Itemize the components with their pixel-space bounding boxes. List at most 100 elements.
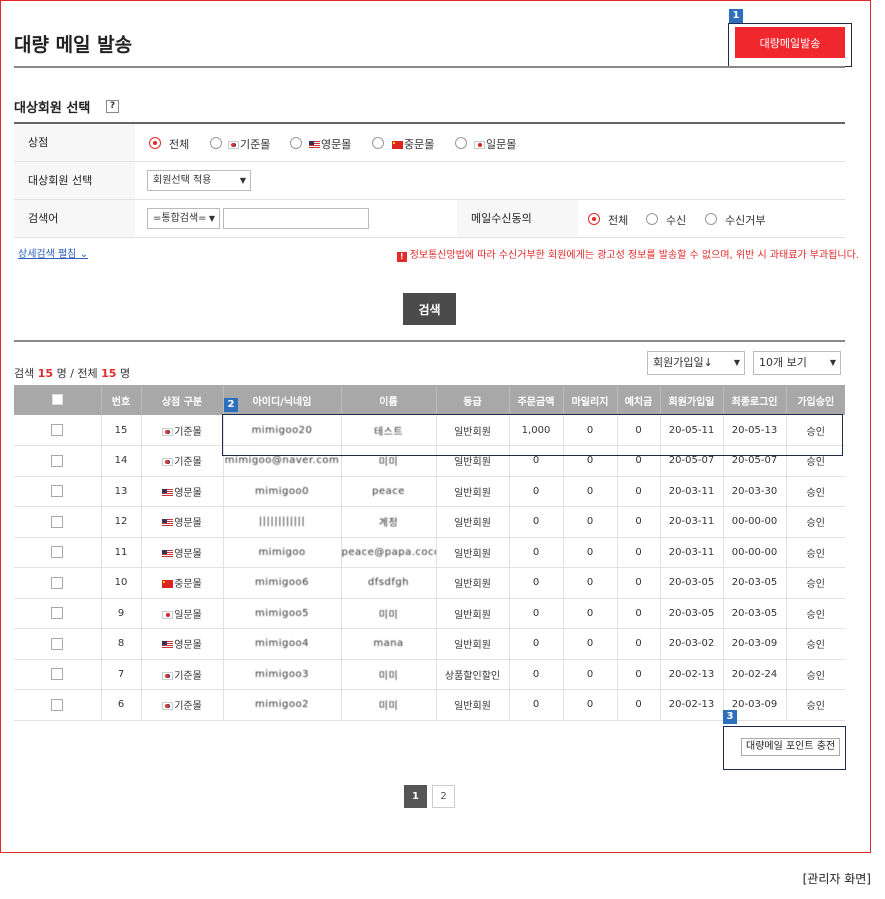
page-title: 대량 메일 발송 — [14, 34, 133, 56]
row-checkbox[interactable] — [14, 689, 102, 721]
row-grade: 일반회원 — [436, 567, 510, 599]
consent-radio-yes[interactable] — [646, 213, 658, 225]
row-approval: 승인 — [786, 537, 845, 568]
store-row: 상점 전체 기준몰 영문몰 중문몰 일문몰 — [14, 124, 845, 162]
keyword-type-select[interactable]: =통합검색= ▼ — [147, 208, 220, 229]
row-approval: 승인 — [786, 506, 845, 538]
consent-radio-no[interactable] — [705, 213, 717, 225]
sort-select[interactable]: 회원가입일↓ ▼ — [647, 351, 745, 375]
row-store: 영문몰 — [141, 476, 224, 507]
row-order-amount: 0 — [509, 659, 564, 690]
china-flag-icon — [392, 141, 403, 149]
row-deposit: 0 — [617, 659, 661, 690]
china-flag-icon — [162, 580, 174, 589]
row-checkbox[interactable] — [14, 445, 102, 477]
row-order-amount: 0 — [509, 689, 564, 721]
row-join-date: 20-03-11 — [660, 506, 724, 538]
col-approval: 가입승인 — [786, 385, 845, 415]
row-grade: 일반회원 — [436, 689, 510, 721]
keyword-input[interactable] — [223, 208, 369, 229]
row-join-date: 20-03-11 — [660, 476, 724, 507]
keyword-label: 검색어 — [14, 200, 135, 237]
chevron-down-icon: ▼ — [208, 214, 215, 223]
row-id[interactable]: |||||||||||| — [223, 506, 342, 538]
table-row: 6 기준몰 mimigoo2 미미 일반회원 0 0 0 20-02-13 20-03-09 승인 — [14, 689, 845, 721]
store-radio-cn[interactable] — [372, 137, 384, 149]
store-radio-us[interactable] — [290, 137, 302, 149]
page-size-select[interactable]: 10개 보기 ▼ — [753, 351, 841, 375]
store-radio-kr[interactable] — [210, 137, 222, 149]
korea-flag-icon — [162, 702, 174, 711]
row-checkbox[interactable] — [14, 476, 102, 507]
row-name: 미미 — [341, 659, 437, 690]
row-last-login: 00-00-00 — [723, 537, 787, 568]
store-radio-all[interactable] — [149, 137, 161, 149]
row-mileage: 0 — [563, 628, 618, 660]
row-mileage: 0 — [563, 537, 618, 568]
row-id[interactable]: mimigoo2 — [223, 689, 342, 721]
row-number: 14 — [101, 445, 142, 477]
row-store: 영문몰 — [141, 628, 224, 660]
row-id[interactable]: mimigoo5 — [223, 598, 342, 629]
row-name: peace — [341, 476, 437, 507]
row-id[interactable]: mimigoo3 — [223, 659, 342, 690]
chevron-down-icon: ▼ — [829, 358, 836, 367]
callout-box-2 — [222, 414, 843, 456]
page-1[interactable]: 1 — [404, 785, 427, 808]
row-id[interactable]: mimigoo6 — [223, 567, 342, 599]
col-name: 이름 — [341, 385, 437, 415]
row-checkbox[interactable] — [14, 537, 102, 568]
row-checkbox[interactable] — [14, 567, 102, 599]
row-mileage: 0 — [563, 659, 618, 690]
row-checkbox[interactable] — [14, 415, 102, 446]
col-id: 아이디/닉네임 — [223, 385, 342, 415]
row-store: 일문몰 — [141, 598, 224, 629]
row-id[interactable]: mimigoo — [223, 537, 342, 568]
row-store: 중문몰 — [141, 567, 224, 599]
row-store: 영문몰 — [141, 506, 224, 538]
row-store: 기준몰 — [141, 689, 224, 721]
row-last-login: 20-03-05 — [723, 567, 787, 599]
member-select-dropdown[interactable]: 회원선택 적용 ▼ — [147, 170, 251, 191]
row-id[interactable]: mimigoo0 — [223, 476, 342, 507]
row-mileage: 0 — [563, 567, 618, 599]
store-radio-jp[interactable] — [455, 137, 467, 149]
row-checkbox[interactable] — [14, 598, 102, 629]
callout-badge-2: 2 — [224, 398, 238, 412]
row-checkbox[interactable] — [14, 659, 102, 690]
consent-option-yes: 수신 — [666, 214, 687, 227]
table-row: 10 중문몰 mimigoo6 dfsdfgh 일반회원 0 0 0 20-03-05 20-03… — [14, 567, 845, 599]
search-button[interactable]: 검색 — [403, 293, 456, 325]
row-store: 영문몰 — [141, 537, 224, 568]
row-name: 미미 — [341, 598, 437, 629]
row-id[interactable]: mimigoo4 — [223, 628, 342, 660]
store-option-jp: 일문몰 — [474, 136, 516, 152]
row-last-login: 00-00-00 — [723, 506, 787, 538]
row-checkbox[interactable] — [14, 506, 102, 538]
col-order-amount: 주문금액 — [509, 385, 564, 415]
page-2[interactable]: 2 — [432, 785, 455, 808]
table-row: 9 일문몰 mimigoo5 미미 일반회원 0 0 0 20-03-05 20-03-05 승인 — [14, 598, 845, 629]
detail-search-toggle[interactable]: 상세검색 펼침 ⌄ — [18, 245, 88, 260]
charge-points-button[interactable]: 대량메일 포인트 충전 — [741, 738, 841, 756]
table-header-row: 번호 상점 구분 아이디/닉네임 이름 등급 주문금액 마일리지 예치금 회원가… — [14, 385, 845, 415]
row-deposit: 0 — [617, 598, 661, 629]
warning-icon: ! — [396, 252, 407, 262]
col-mileage: 마일리지 — [563, 385, 618, 415]
consent-option-no: 수신거부 — [725, 214, 766, 227]
row-order-amount: 0 — [509, 567, 564, 599]
col-last-login: 최종로그인 — [723, 385, 787, 415]
table-row: 12 영문몰 |||||||||||| 계정 일반회원 0 0 0 20-03-11 00-00-… — [14, 506, 845, 538]
usa-flag-icon — [162, 641, 174, 650]
consent-option-all: 전체 — [608, 214, 629, 227]
select-all-checkbox[interactable] — [14, 385, 102, 415]
row-number: 6 — [101, 689, 142, 721]
callout-badge-3: 3 — [723, 710, 737, 724]
row-grade: 일반회원 — [436, 506, 510, 538]
result-count: 검색 15 명 / 전체 15 명 — [14, 367, 131, 380]
help-icon[interactable]: ? — [106, 100, 119, 113]
row-checkbox[interactable] — [14, 628, 102, 660]
row-grade: 상품할인할인 — [436, 659, 510, 690]
row-grade: 일반회원 — [436, 628, 510, 660]
consent-radio-all[interactable] — [588, 213, 600, 225]
